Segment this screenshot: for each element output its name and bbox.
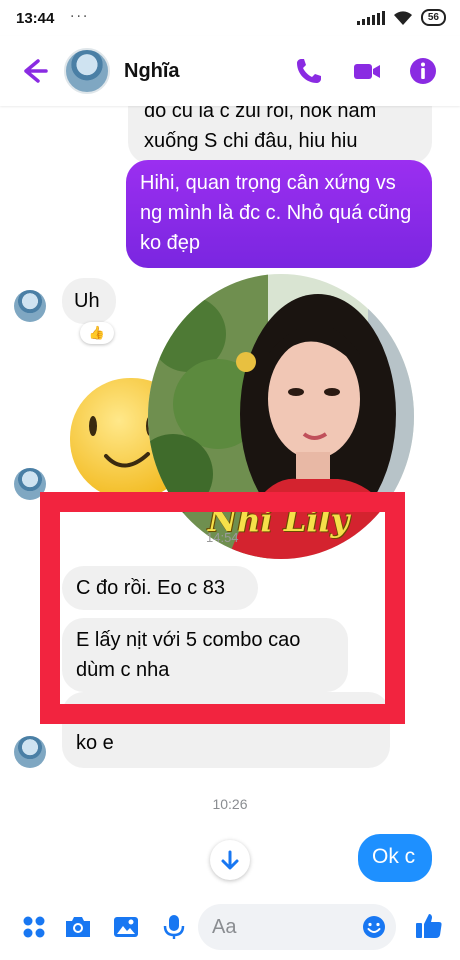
contact-avatar[interactable] (64, 48, 110, 94)
contact-name[interactable]: Nghĩa (124, 60, 180, 83)
scroll-to-bottom-button[interactable] (210, 840, 250, 880)
message-text: Uh (74, 290, 100, 312)
conversation-header: Nghĩa (0, 36, 460, 106)
highlight-frame (40, 492, 405, 724)
wifi-icon (393, 10, 412, 25)
apps-grid-icon[interactable] (20, 913, 48, 941)
message-text-line: đó cũ là c zui rồi, hok ham (144, 106, 377, 122)
message-composer (0, 894, 460, 960)
arrow-down-icon (221, 850, 239, 870)
battery-indicator: 56 (420, 9, 446, 26)
outgoing-message[interactable]: Hihi, quan trọng cân xứng vs ng mình là … (126, 160, 432, 268)
message-input-container[interactable] (198, 904, 396, 950)
message-input[interactable] (212, 913, 352, 941)
status-bar: 13:44 ⋅⋅⋅ 56 (0, 0, 460, 36)
incoming-message[interactable]: đó cũ là c zui rồi, hok ham xuống S chi … (128, 106, 432, 164)
info-icon[interactable] (408, 56, 438, 86)
sender-avatar[interactable] (14, 736, 46, 768)
message-text: Hihi, quan trọng cân xứng vs ng mình là … (140, 172, 412, 254)
message-text: ko e (76, 732, 114, 754)
outgoing-message[interactable]: Ok c (358, 834, 432, 882)
status-time: 13:44 (16, 10, 55, 27)
thumbs-up-icon[interactable] (414, 911, 444, 941)
video-camera-icon[interactable] (352, 56, 382, 86)
incoming-message[interactable]: Uh (62, 278, 116, 324)
status-indicators: 56 (356, 9, 446, 26)
phone-icon[interactable] (294, 56, 324, 86)
message-text-line: xuống S chi đâu, hiu hiu (144, 130, 358, 152)
camera-icon[interactable] (64, 913, 92, 941)
reaction-badge[interactable]: 👍 (80, 322, 114, 344)
emoji-icon[interactable] (362, 915, 386, 939)
thread-timestamp: 10:26 (212, 796, 248, 812)
status-notification-dots: ⋅⋅⋅ (70, 8, 90, 24)
signal-icon (356, 10, 385, 25)
back-arrow-icon[interactable] (16, 54, 50, 88)
message-thread[interactable]: đó cũ là c zui rồi, hok ham xuống S chi … (0, 106, 460, 894)
microphone-icon[interactable] (160, 913, 188, 941)
image-icon[interactable] (112, 913, 140, 941)
sender-avatar[interactable] (14, 290, 46, 322)
message-text: Ok c (372, 845, 416, 868)
thumbs-up-reaction-icon: 👍 (88, 325, 106, 340)
